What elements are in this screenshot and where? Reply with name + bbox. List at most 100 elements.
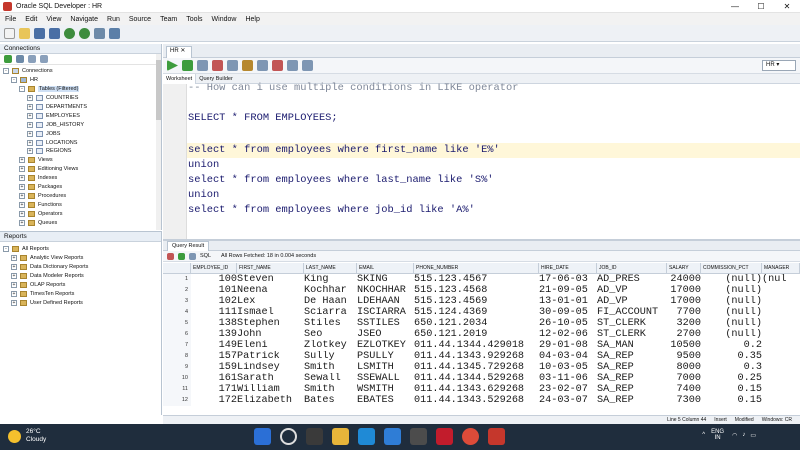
minimize-button[interactable]: —: [722, 0, 748, 13]
table-cell[interactable]: Eleni: [237, 340, 304, 351]
table-cell[interactable]: Lindsey: [237, 362, 304, 373]
table-cell[interactable]: 23-02-07: [539, 384, 597, 395]
menu-view[interactable]: View: [46, 16, 61, 23]
table-cell[interactable]: FI_ACCOUNT: [597, 307, 667, 318]
table-cell[interactable]: [762, 318, 800, 329]
table-row[interactable]: 6 139 John Seo JSEO 650.121.2019 12-02-06 ST_CL…: [163, 329, 800, 340]
wifi-icon[interactable]: ◠: [732, 432, 737, 439]
table-cell[interactable]: NKOCHHAR: [357, 285, 414, 296]
menu-help[interactable]: Help: [245, 16, 259, 23]
mcafee-icon[interactable]: [436, 428, 453, 445]
table-row[interactable]: 9 159 Lindsey Smith LSMITH 011.44.1345.729268…: [163, 362, 800, 373]
table-cell[interactable]: SA_REP: [597, 373, 667, 384]
schema-browser-icon[interactable]: [40, 55, 48, 63]
save-all-icon[interactable]: [49, 27, 60, 39]
table-cell[interactable]: 12-02-06: [539, 329, 597, 340]
table-cell[interactable]: 515.123.4569: [414, 296, 539, 307]
table-cell[interactable]: 011.44.1344.429018: [414, 340, 539, 351]
table-row[interactable]: 2 101 Neena Kochhar NKOCHHAR 515.123.4568 21-0…: [163, 285, 800, 296]
table-cell[interactable]: JSEO: [357, 329, 414, 340]
table-cell[interactable]: Sciarra: [304, 307, 357, 318]
table-cell[interactable]: ST_CLERK: [597, 318, 667, 329]
tree-table-item[interactable]: + COUNTRIES: [3, 94, 161, 103]
connections-scrollbar[interactable]: [156, 54, 161, 230]
save-icon[interactable]: [34, 27, 45, 39]
tree-editioning-views[interactable]: + Editioning Views: [3, 165, 161, 174]
table-cell[interactable]: 161: [191, 373, 237, 384]
table-cell[interactable]: 29-01-08: [539, 340, 597, 351]
table-cell[interactable]: 515.123.4567: [414, 274, 539, 285]
connection-select[interactable]: HR ▾: [762, 60, 796, 71]
start-icon[interactable]: [254, 428, 271, 445]
table-cell[interactable]: 011.44.1343.529268: [414, 395, 539, 406]
table-row[interactable]: 11 171 William Smith WSMITH 011.44.1343.62926…: [163, 384, 800, 395]
report-item[interactable]: + OLAP Reports: [3, 281, 161, 290]
table-cell[interactable]: Neena: [237, 285, 304, 296]
table-cell[interactable]: 515.124.4369: [414, 307, 539, 318]
tree-indexes[interactable]: + Indexes: [3, 174, 161, 183]
table-cell[interactable]: 139: [191, 329, 237, 340]
tree-table-item[interactable]: + JOB_HISTORY: [3, 120, 161, 129]
table-cell[interactable]: (null): [701, 307, 762, 318]
table-cell[interactable]: 7000: [667, 373, 701, 384]
table-cell[interactable]: SA_REP: [597, 384, 667, 395]
table-cell[interactable]: 17000: [667, 285, 701, 296]
tree-table-item[interactable]: + EMPLOYEES: [3, 111, 161, 120]
table-cell[interactable]: EZLOTKEY: [357, 340, 414, 351]
code-editor[interactable]: -- How can i use multiple conditions in …: [163, 82, 800, 239]
table-cell[interactable]: 17000: [667, 296, 701, 307]
column-header[interactable]: EMPLOYEE_ID: [191, 263, 237, 274]
clear-icon[interactable]: [257, 60, 268, 71]
run-query-icon[interactable]: [94, 27, 105, 39]
report-item[interactable]: + TimesTen Reports: [3, 289, 161, 298]
table-cell[interactable]: 0.15: [701, 384, 762, 395]
table-cell[interactable]: 0.2: [701, 340, 762, 351]
table-cell[interactable]: Bates: [304, 395, 357, 406]
autotrace-icon[interactable]: [242, 60, 253, 71]
tree-views[interactable]: + Views: [3, 156, 161, 165]
column-header[interactable]: COMMISSION_PCT: [701, 263, 762, 274]
table-cell[interactable]: SKING: [357, 274, 414, 285]
table-cell[interactable]: Sewall: [304, 373, 357, 384]
task-view-icon[interactable]: [306, 428, 323, 445]
column-header[interactable]: HIRE_DATE: [539, 263, 597, 274]
maximize-button[interactable]: ☐: [748, 0, 774, 13]
table-cell[interactable]: ST_CLERK: [597, 329, 667, 340]
table-cell[interactable]: Sarath: [237, 373, 304, 384]
table-cell[interactable]: King: [304, 274, 357, 285]
column-header[interactable]: PHONE_NUMBER: [414, 263, 539, 274]
table-cell[interactable]: 149: [191, 340, 237, 351]
table-cell[interactable]: SSEWALL: [357, 373, 414, 384]
tree-packages[interactable]: + Packages: [3, 183, 161, 192]
menu-edit[interactable]: Edit: [25, 16, 37, 23]
table-cell[interactable]: 0.35: [701, 351, 762, 362]
table-cell[interactable]: Steven: [237, 274, 304, 285]
table-cell[interactable]: Lex: [237, 296, 304, 307]
table-cell[interactable]: 011.44.1343.929268: [414, 351, 539, 362]
format-icon[interactable]: [272, 60, 283, 71]
tree-table-item[interactable]: + JOBS: [3, 129, 161, 138]
hr-document-tab[interactable]: HR ✕: [166, 45, 192, 58]
table-cell[interactable]: (null): [701, 318, 762, 329]
unshared-icon[interactable]: [302, 60, 313, 71]
table-cell[interactable]: [762, 362, 800, 373]
table-cell[interactable]: 2700: [667, 329, 701, 340]
table-cell[interactable]: [762, 373, 800, 384]
table-cell[interactable]: 138: [191, 318, 237, 329]
table-row[interactable]: 10 161 Sarath Sewall SSEWALL 011.44.1344.5292…: [163, 373, 800, 384]
table-cell[interactable]: 100: [191, 274, 237, 285]
report-item[interactable]: - All Reports: [3, 245, 161, 254]
table-cell[interactable]: 21-09-05: [539, 285, 597, 296]
table-cell[interactable]: SA_REP: [597, 395, 667, 406]
clock[interactable]: [764, 428, 794, 442]
menu-source[interactable]: Source: [129, 16, 151, 23]
table-cell[interactable]: Seo: [304, 329, 357, 340]
column-header[interactable]: SALARY: [667, 263, 701, 274]
table-cell[interactable]: Zlotkey: [304, 340, 357, 351]
menu-run[interactable]: Run: [107, 16, 120, 23]
store-icon[interactable]: [384, 428, 401, 445]
filter-icon[interactable]: [28, 55, 36, 63]
tree-table-item[interactable]: + REGIONS: [3, 147, 161, 156]
weather-widget[interactable]: 26°C Cloudy: [8, 428, 46, 444]
run-statement-icon[interactable]: [167, 60, 178, 71]
